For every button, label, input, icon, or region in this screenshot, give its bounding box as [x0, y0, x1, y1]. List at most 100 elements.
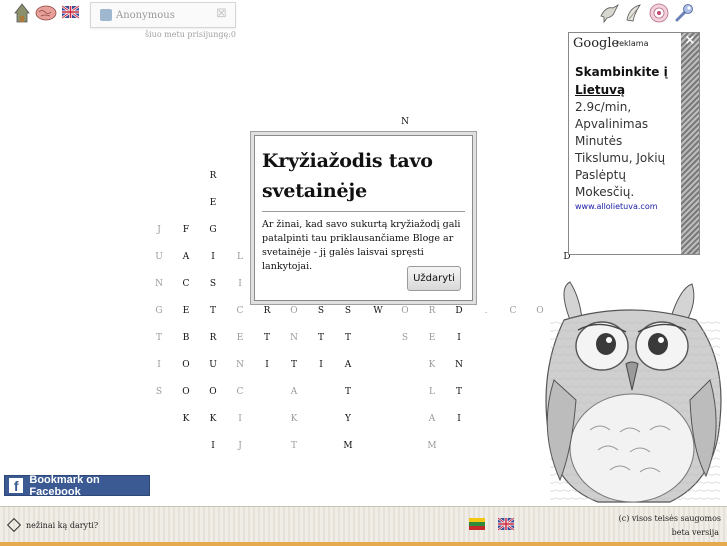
crossword-letter: I [457, 333, 461, 343]
crossword-letter: K [182, 414, 190, 424]
crossword-letter: A [428, 414, 436, 424]
crossword-letter: C [236, 306, 244, 316]
help-link[interactable]: nežinai ką daryti? [6, 517, 98, 533]
crossword-letter: T [344, 333, 351, 343]
crossword-letter: A [290, 387, 298, 397]
crossword-letter: A [344, 360, 352, 370]
crossword-letter: T [317, 333, 324, 343]
crossword-letter: O [182, 360, 190, 370]
ad-url[interactable]: www.allolietuva.com [575, 202, 658, 211]
popup-title: Kryžiažodis tavo svetainėje [262, 150, 433, 202]
crossword-letter: S [317, 306, 325, 316]
uk-flag-icon[interactable] [61, 3, 81, 23]
crossword-letter: N [155, 279, 163, 289]
crossword-letter: C [236, 387, 244, 397]
bird-icon[interactable] [598, 2, 620, 24]
bookmark-facebook-button[interactable]: f Bookmark on Facebook [4, 473, 150, 498]
crossword-letter: T [455, 387, 462, 397]
google-ad[interactable]: × Google reklama Skambinkite į Lietuvą 2… [568, 32, 700, 255]
crossword-letter: G [209, 225, 217, 235]
crossword-letter: J [238, 441, 242, 451]
crossword-letter: I [265, 360, 269, 370]
crossword-letter: K [290, 414, 298, 424]
crossword-letter: D [455, 306, 463, 316]
crossword-letter: T [209, 306, 216, 316]
crossword-letter: E [428, 333, 436, 343]
crossword-letter: M [343, 441, 353, 451]
crossword-letter: I [319, 360, 323, 370]
crossword-letter: R [209, 171, 217, 181]
crossword-letter: C [182, 279, 190, 289]
info-popup: Kryžiažodis tavo svetainėje Ar žinai, ka… [254, 135, 473, 301]
crossword-letter: J [157, 225, 161, 235]
crossword-letter: S [344, 306, 352, 316]
crossword-letter: T [155, 333, 162, 343]
beta-label: beta versija [671, 528, 719, 537]
ad-title[interactable]: Skambinkite į Lietuvą [575, 63, 675, 99]
crossword-letter: S [401, 333, 409, 343]
crossword-letter: M [427, 441, 437, 451]
crossword-letter: N [236, 360, 244, 370]
crossword-letter: B [182, 333, 190, 343]
crossword-letter: I [238, 279, 242, 289]
facebook-icon: f [9, 478, 24, 494]
crossword-letter: K [428, 360, 436, 370]
close-icon[interactable]: ⊠ [216, 6, 227, 21]
footer: nežinai ką daryti? (c) visos teisės saug… [0, 506, 727, 546]
flower-icon[interactable] [648, 2, 670, 24]
crossword-icon[interactable] [623, 2, 645, 24]
popup-divider [262, 211, 465, 212]
crossword-letter: R [209, 333, 217, 343]
crossword-letter: I [457, 414, 461, 424]
crossword-letter: T [344, 387, 351, 397]
ad-title-line1[interactable]: Skambinkite į [575, 65, 668, 79]
crossword-letter: U [209, 360, 217, 370]
ad-label: reklama [616, 39, 649, 48]
crossword-letter: I [211, 441, 215, 451]
crossword-letter: R [263, 306, 271, 316]
popup-close-button[interactable]: Uždaryti [407, 266, 461, 291]
crossword-letter: O [401, 306, 409, 316]
home-icon[interactable] [12, 3, 32, 23]
crossword-letter: N [401, 117, 409, 127]
crossword-letter: F [182, 225, 190, 235]
crossword-letter: O [182, 387, 190, 397]
crossword-letter: E [209, 198, 217, 208]
user-avatar-icon [100, 9, 112, 21]
google-logo: Google [573, 36, 620, 51]
help-link-label[interactable]: nežinai ką daryti? [26, 521, 98, 530]
copyright-text: (c) visos teisės saugomos [618, 514, 721, 523]
wrench-icon[interactable] [673, 2, 695, 24]
crossword-letter: E [236, 333, 244, 343]
crossword-letter: U [155, 252, 163, 262]
footer-strip [0, 542, 727, 546]
crossword-letter: W [373, 306, 383, 316]
crossword-letter: I [157, 360, 161, 370]
english-flag-icon[interactable] [497, 516, 515, 532]
brain-icon[interactable] [35, 3, 57, 23]
crossword-letter: S [155, 387, 163, 397]
ad-body: 2.9c/min, Apvalinimas Minutės Tikslumu, … [575, 100, 666, 199]
crossword-letter: N [290, 333, 298, 343]
crossword-letter: C [509, 306, 517, 316]
crossword-letter: R [428, 306, 436, 316]
crossword-letter: L [429, 387, 435, 397]
user-login-box[interactable]: Anonymous ⊠ [90, 2, 236, 28]
ad-close-icon[interactable]: × [683, 34, 697, 48]
crossword-letter: L [237, 252, 243, 262]
crossword-letter: T [290, 360, 297, 370]
bookmark-facebook-label: Bookmark on Facebook [29, 473, 100, 498]
crossword-letter: S [209, 279, 217, 289]
crossword-letter: . [484, 306, 488, 316]
crossword-letter: A [182, 252, 190, 262]
crossword-letter: O [209, 387, 217, 397]
diamond-icon [6, 517, 22, 533]
crossword-letter: I [211, 252, 215, 262]
lithuanian-flag-icon[interactable] [468, 516, 486, 532]
crossword-letter: T [263, 333, 270, 343]
crossword-letter: I [238, 414, 242, 424]
crossword-letter: O [290, 306, 298, 316]
ad-side-stripe [681, 33, 699, 254]
ad-title-line2[interactable]: Lietuvą [575, 83, 625, 97]
crossword-letter: N [455, 360, 463, 370]
